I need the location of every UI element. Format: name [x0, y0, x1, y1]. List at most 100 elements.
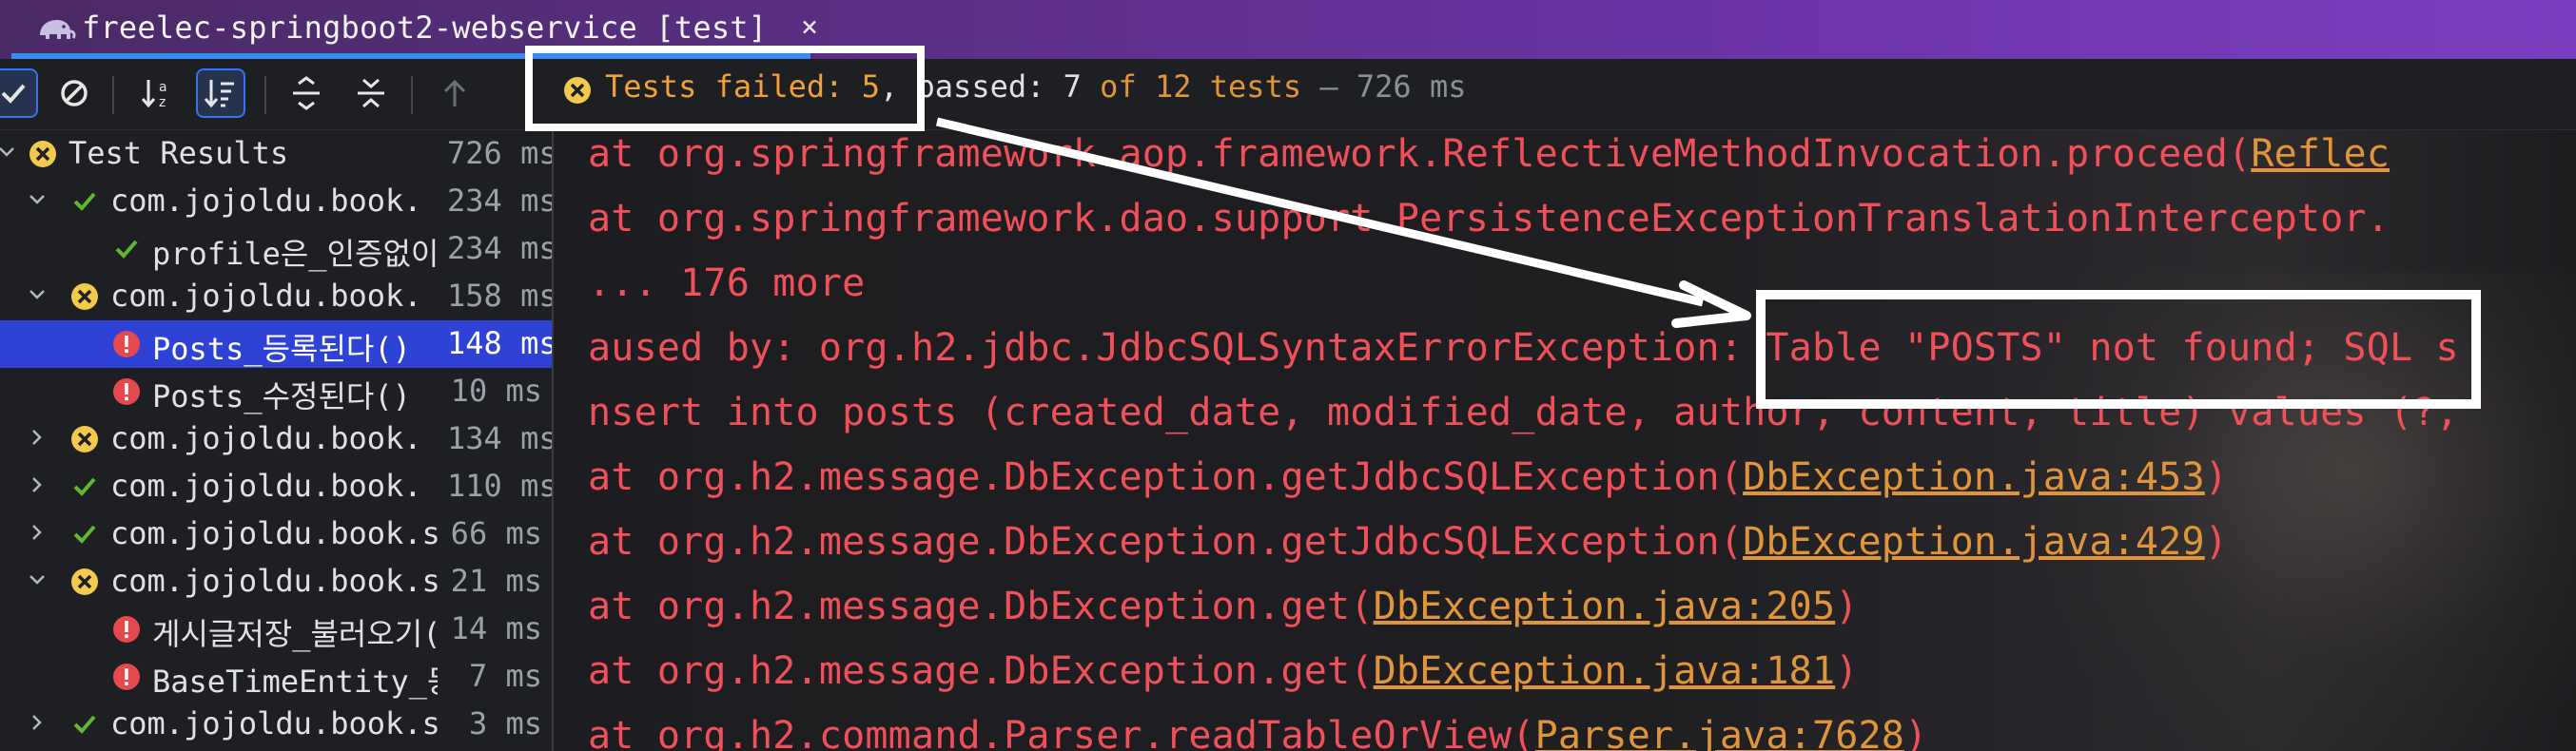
- tab-title: freelec-springboot2-webservice [test]: [82, 10, 768, 46]
- tree-row-duration: 14 ms: [450, 610, 542, 646]
- console-line-text: at org.h2.message.DbException.getJdbcSQL…: [588, 520, 1744, 564]
- console-line-suffix: ): [1835, 649, 1859, 693]
- chevron-right-icon[interactable]: [27, 522, 48, 543]
- tree-row-duration: 726 ms: [447, 135, 557, 171]
- chevron-down-icon[interactable]: [27, 189, 48, 210]
- tree-row-label: com.jojoldu.book.s: [110, 563, 438, 599]
- tree-row-duration: 234 ms: [447, 230, 557, 266]
- expand-all-icon[interactable]: [282, 68, 331, 118]
- console-line-text: at org.springframework.dao.support.Persi…: [588, 197, 2390, 241]
- failed-status-icon: [70, 282, 99, 311]
- console-line: at org.springframework.aop.framework.Ref…: [588, 132, 2390, 176]
- test-results-tree: Test Results 726 ms com.jojoldu.book. 234 m…: [0, 130, 557, 751]
- tree-row-label: com.jojoldu.book.: [110, 278, 422, 314]
- collapse-all-icon[interactable]: [346, 68, 396, 118]
- tree-row-label: BaseTimeEntity_등: [152, 664, 438, 700]
- annotation-callout-box: [1756, 290, 2481, 409]
- toolbar-separator: [112, 76, 114, 114]
- console-output[interactable]: at org.springframework.aop.framework.Ref…: [554, 130, 2576, 751]
- source-link[interactable]: DbException.java:429: [1743, 520, 2205, 564]
- tree-row[interactable]: com.jojoldu.book.sp 3 ms: [0, 701, 552, 748]
- source-link[interactable]: Reflec: [2251, 132, 2390, 176]
- console-line-text: ... 176 more: [588, 261, 866, 305]
- console-line: at org.h2.command.Parser.readTableOrView…: [588, 714, 1927, 751]
- passed-count: passed: 7: [898, 68, 1082, 105]
- tree-row[interactable]: Test Results 726 ms: [0, 130, 557, 178]
- passed-check-icon: [70, 710, 99, 739]
- tree-row[interactable]: com.jojoldu.book.s 21 ms: [0, 558, 552, 606]
- tree-row[interactable]: Posts_수정된다() 10 ms: [0, 368, 552, 415]
- chevron-right-icon[interactable]: [27, 712, 48, 733]
- console-line-text: at org.h2.message.DbException.get(: [588, 649, 1374, 693]
- tree-row-label: com.jojoldu.book.: [110, 468, 422, 504]
- sort-alpha-icon[interactable]: az: [133, 68, 183, 118]
- passed-check-icon: [70, 472, 99, 501]
- console-line-text: at org.springframework.aop.framework.Ref…: [588, 132, 2252, 176]
- source-link[interactable]: DbException.java:205: [1374, 585, 1836, 628]
- tree-row[interactable]: profile은_인증없이 234 ms: [0, 225, 557, 273]
- tree-row[interactable]: com.jojoldu.book. 234 ms: [0, 178, 557, 225]
- error-icon: [112, 330, 141, 358]
- failed-status-icon: [70, 568, 99, 596]
- chevron-down-icon[interactable]: [27, 284, 48, 305]
- console-line-suffix: ): [1904, 714, 1928, 751]
- console-line-suffix: ): [2204, 455, 2229, 499]
- console-line-text: at org.h2.message.DbException.get(: [588, 585, 1374, 628]
- passed-check-icon: [112, 235, 141, 263]
- toolbar-separator: [264, 76, 266, 114]
- tree-row-label: com.jojoldu.book.sp: [110, 705, 438, 741]
- close-icon[interactable]: ×: [801, 10, 818, 44]
- sort-duration-icon[interactable]: [196, 68, 245, 118]
- tree-row-duration: 10 ms: [450, 373, 542, 409]
- tree-row-duration: 21 ms: [450, 563, 542, 599]
- toolbar-separator: [411, 76, 413, 114]
- check-icon[interactable]: [0, 68, 38, 118]
- tree-row[interactable]: com.jojoldu.book. 134 ms: [0, 415, 557, 463]
- tree-row-label: Test Results: [68, 135, 289, 171]
- source-link[interactable]: Parser.java:7628: [1535, 714, 1905, 751]
- source-link[interactable]: DbException.java:181: [1374, 649, 1836, 693]
- chevron-down-icon[interactable]: [0, 142, 17, 163]
- console-line: at org.h2.message.DbException.getJdbcSQL…: [588, 455, 2228, 499]
- chevron-right-icon[interactable]: [27, 427, 48, 448]
- console-line: at org.h2.message.DbException.get(DbExce…: [588, 585, 1859, 628]
- failed-status-icon: [29, 140, 57, 168]
- tree-row[interactable]: 게시글저장_불러오기() 14 ms: [0, 606, 552, 653]
- svg-text:z: z: [159, 95, 166, 110]
- tree-row-duration: 110 ms: [447, 468, 557, 504]
- console-line: at org.h2.message.DbException.get(DbExce…: [588, 649, 1859, 693]
- console-line-suffix: ): [2204, 520, 2229, 564]
- error-icon: [112, 663, 141, 691]
- up-arrow-icon[interactable]: [430, 68, 479, 118]
- tree-row-label: profile은_인증없이: [152, 236, 438, 272]
- tree-row[interactable]: Posts_등록된다() 148 ms: [0, 320, 557, 368]
- source-link[interactable]: DbException.java:453: [1743, 455, 2205, 499]
- console-line: at org.h2.message.DbException.getJdbcSQL…: [588, 520, 2228, 564]
- tree-row-label: 게시글저장_불러오기(): [152, 616, 438, 652]
- title-bar: freelec-springboot2-webservice [test] ×: [0, 0, 2576, 59]
- tree-row-label: com.jojoldu.book.: [110, 420, 422, 456]
- stop-icon[interactable]: [49, 68, 99, 118]
- tree-row-label: Posts_수정된다(): [152, 378, 411, 414]
- tree-row-duration: 158 ms: [447, 278, 557, 314]
- total-tests: of 12 tests: [1081, 68, 1302, 105]
- tree-row-duration: 7 ms: [468, 658, 542, 694]
- annotation-highlight-box: [525, 46, 925, 131]
- tree-row-duration: 3 ms: [468, 705, 542, 741]
- passed-check-icon: [70, 520, 99, 549]
- failed-status-icon: [70, 425, 99, 453]
- tree-row[interactable]: com.jojoldu.book. 110 ms: [0, 463, 557, 510]
- tree-row-label: com.jojoldu.book.: [110, 183, 422, 219]
- tree-row[interactable]: com.jojoldu.book.s 66 ms: [0, 510, 552, 558]
- passed-check-icon: [70, 187, 99, 216]
- gradle-elephant-icon: [40, 20, 76, 39]
- tree-row-duration: 148 ms: [447, 325, 557, 361]
- tree-row[interactable]: com.jojoldu.book. 158 ms: [0, 273, 557, 320]
- chevron-down-icon[interactable]: [27, 569, 48, 590]
- tree-row-duration: 66 ms: [450, 515, 542, 551]
- tree-row-duration: 234 ms: [447, 183, 557, 219]
- chevron-right-icon[interactable]: [27, 474, 48, 495]
- tree-row[interactable]: BaseTimeEntity_등 7 ms: [0, 653, 552, 701]
- tree-row-duration: 134 ms: [447, 420, 557, 456]
- tree-row-label: com.jojoldu.book.s: [110, 515, 438, 551]
